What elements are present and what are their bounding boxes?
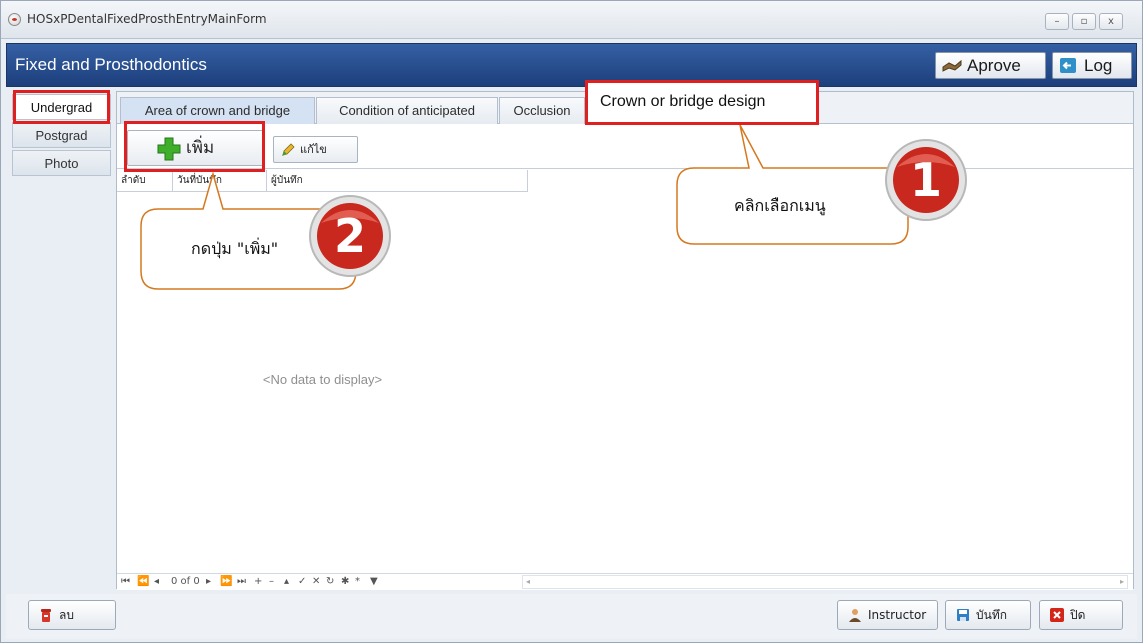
instructor-button[interactable]: Instructor: [837, 600, 938, 630]
column-header-recorder[interactable]: ผู้บันทึก: [267, 170, 527, 192]
approve-button[interactable]: Aprove: [935, 52, 1046, 79]
save-label: บันทึก: [976, 608, 1007, 622]
prev-page-icon[interactable]: ⏪: [137, 575, 149, 589]
save-button[interactable]: บันทึก: [945, 600, 1031, 630]
edit-button[interactable]: แก้ไข: [273, 136, 358, 163]
delete-record-icon[interactable]: –: [269, 575, 274, 589]
post-edit-icon[interactable]: ✓: [298, 575, 306, 589]
tab-condition[interactable]: Condition of anticipated: [316, 97, 498, 124]
user-icon: [849, 609, 861, 622]
bottom-bar: ลบ Instructor บันทึก ปิด: [6, 594, 1137, 639]
callout-step2-text: กดปุ่ม "เพิ่ม": [191, 239, 279, 258]
data-grid: ลำดับ วันที่บันทึก ผู้บันทึก <No data to…: [117, 170, 1133, 573]
scroll-left-icon[interactable]: ◂: [526, 576, 530, 588]
save-bookmark-icon[interactable]: ✱: [341, 575, 349, 589]
approve-icon: [942, 59, 962, 72]
horizontal-scrollbar[interactable]: ◂ ▸: [522, 575, 1128, 589]
record-info: 0 of 0: [171, 576, 200, 587]
edit-label: แก้ไข: [300, 143, 327, 156]
filter-icon[interactable]: ▼: [370, 575, 378, 589]
nav-item-photo[interactable]: Photo: [12, 150, 111, 176]
refresh-icon[interactable]: ↻: [326, 575, 334, 589]
callout-step1-text: คลิกเลือกเมนู: [734, 196, 826, 215]
empty-grid-message: <No data to display>: [262, 372, 383, 387]
page-title: Fixed and Prosthodontics: [15, 55, 207, 74]
window-title: HOSxPDentalFixedProsthEntryMainForm: [27, 12, 267, 26]
toolbar: เพิ่ม แก้ไข: [117, 125, 1133, 169]
tab-crown-or-bridge-design[interactable]: Crown or bridge design: [585, 80, 819, 125]
trash-icon: [41, 609, 51, 622]
grid-divider: [527, 170, 528, 192]
first-page-icon[interactable]: ⏮: [121, 575, 130, 589]
grid-header: ลำดับ วันที่บันทึก ผู้บันทึก: [117, 170, 528, 192]
delete-button[interactable]: ลบ: [28, 600, 116, 630]
log-icon: [1060, 58, 1076, 73]
highlight-undergrad: [13, 90, 110, 124]
close-window-button[interactable]: x: [1099, 13, 1123, 30]
close-icon: [1050, 608, 1064, 622]
log-button[interactable]: Log: [1052, 52, 1132, 79]
close-button[interactable]: ปิด: [1039, 600, 1123, 630]
grid-navigator: ⏮ ⏪ ◂ 0 of 0 ▸ ⏩ ⏭ + – ▴ ✓ ✕ ↻ ✱ * ▼ ◂ ▸: [117, 573, 1133, 590]
pencil-icon: [282, 143, 295, 156]
edit-record-icon[interactable]: ▴: [284, 575, 289, 589]
tab-occlusion[interactable]: Occlusion: [499, 97, 585, 124]
app-icon: [8, 13, 21, 26]
main-panel: Area of crown and bridge Condition of an…: [116, 91, 1134, 590]
highlight-add-button: [124, 121, 265, 172]
scroll-right-icon[interactable]: ▸: [1120, 576, 1124, 588]
form-header: Fixed and Prosthodontics Aprove Log: [6, 43, 1137, 87]
approve-label: Aprove: [967, 56, 1021, 75]
next-page-icon[interactable]: ⏩: [220, 575, 232, 589]
append-icon[interactable]: +: [254, 575, 262, 589]
title-bar: HOSxPDentalFixedProsthEntryMainForm – ▫ …: [1, 1, 1142, 39]
nav-item-postgrad[interactable]: Postgrad: [12, 122, 111, 148]
goto-bookmark-icon[interactable]: *: [355, 575, 360, 589]
log-label: Log: [1084, 56, 1113, 75]
cancel-edit-icon[interactable]: ✕: [312, 575, 320, 589]
minimize-button[interactable]: –: [1045, 13, 1069, 30]
column-header-order[interactable]: ลำดับ: [117, 170, 173, 192]
main-window: HOSxPDentalFixedProsthEntryMainForm – ▫ …: [0, 0, 1143, 643]
maximize-button[interactable]: ▫: [1072, 13, 1096, 30]
column-header-date[interactable]: วันที่บันทึก: [173, 170, 267, 192]
close-label: ปิด: [1070, 608, 1086, 622]
tab-area-of-crown[interactable]: Area of crown and bridge: [120, 97, 315, 124]
prev-record-icon[interactable]: ◂: [154, 575, 159, 589]
last-page-icon[interactable]: ⏭: [237, 575, 246, 589]
next-record-icon[interactable]: ▸: [206, 575, 211, 589]
instructor-label: Instructor: [868, 608, 927, 622]
floppy-icon: [957, 609, 969, 621]
delete-label: ลบ: [59, 608, 74, 622]
